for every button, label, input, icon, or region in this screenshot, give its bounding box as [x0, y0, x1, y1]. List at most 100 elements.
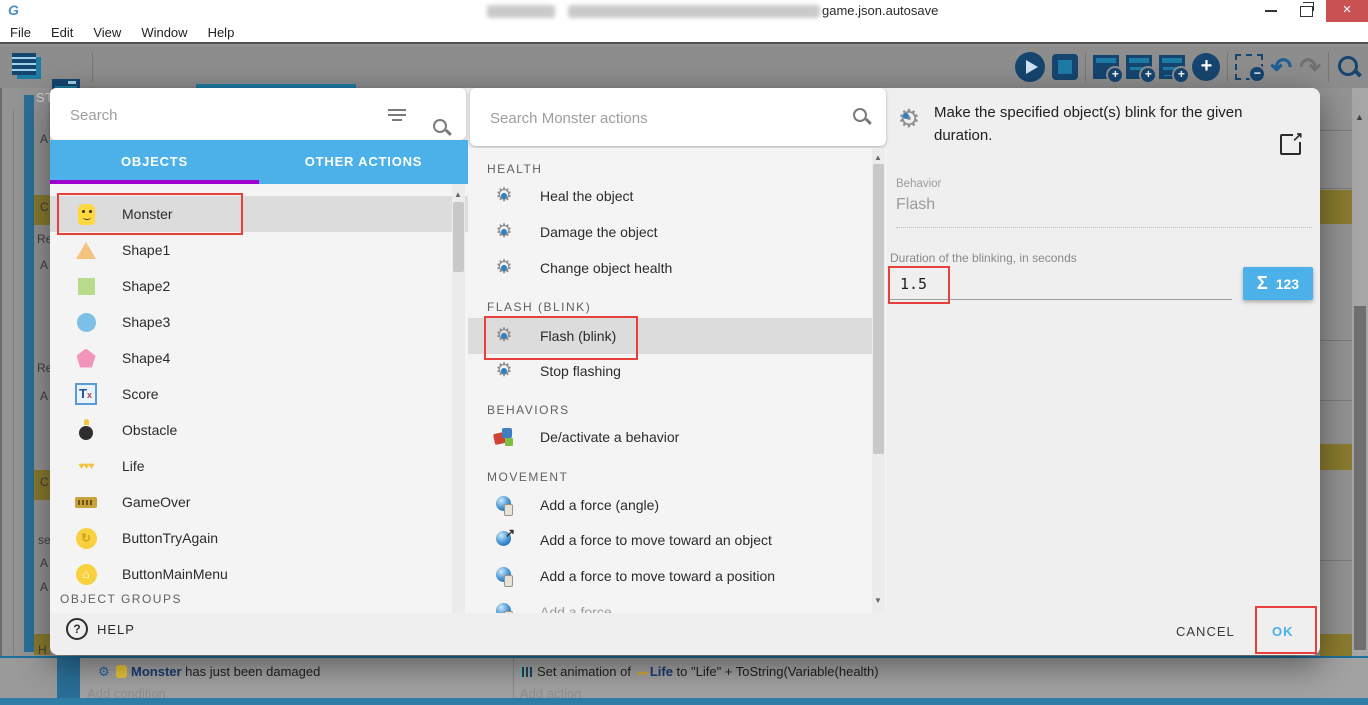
- action-item-damage[interactable]: Damage the object: [468, 215, 884, 249]
- object-search-card: [50, 88, 466, 142]
- help-button[interactable]: HELP: [66, 618, 135, 640]
- minimize-icon: [1265, 10, 1277, 12]
- action-search-card: [470, 88, 886, 148]
- redo-icon[interactable]: ↷: [1299, 54, 1321, 80]
- menu-file[interactable]: File: [10, 25, 31, 40]
- object-item-buttontryagain[interactable]: ButtonTryAgain: [50, 520, 468, 556]
- event-indent-bar: [57, 658, 80, 698]
- action-item-add-force-object[interactable]: Add a force to move toward an object: [468, 523, 884, 557]
- event-action[interactable]: Set animation of ♥♥♥ Life to "Life" + ToS…: [520, 664, 879, 679]
- monster-icon: [116, 665, 127, 678]
- menu-help[interactable]: Help: [208, 25, 235, 40]
- debug-icon[interactable]: [1052, 54, 1079, 80]
- action-list: HEALTH Heal the object Damage the object…: [468, 148, 886, 613]
- action-item-add-force-angle[interactable]: Add a force (angle): [468, 488, 884, 522]
- action-chooser-dialog: OBJECTS OTHER ACTIONS Monster Shape1 Sha…: [50, 88, 1320, 655]
- event-condition[interactable]: ⚙ Monster has just been damaged: [98, 664, 320, 679]
- object-item-shape1[interactable]: Shape1: [50, 232, 468, 268]
- object-item-shape4[interactable]: Shape4: [50, 340, 468, 376]
- section-behaviors: BEHAVIORS: [487, 403, 570, 417]
- duration-label: Duration of the blinking, in seconds: [890, 251, 1077, 265]
- object-search-input[interactable]: [68, 88, 364, 142]
- gdevelop-window: G game.json.autosave × File Edit View Wi…: [0, 0, 1368, 705]
- expression-editor-button[interactable]: Σ 123: [1243, 267, 1313, 300]
- minimize-button[interactable]: [1255, 0, 1287, 22]
- help-icon: [66, 618, 88, 640]
- action-list-scrollbar-thumb[interactable]: [873, 164, 884, 454]
- object-item-shape2[interactable]: Shape2: [50, 268, 468, 304]
- scroll-up-icon[interactable]: ▲: [874, 153, 882, 162]
- behavior-icon: [494, 427, 516, 447]
- action-item-add-force-partial[interactable]: Add a force: [468, 595, 884, 613]
- menu-window[interactable]: Window: [141, 25, 187, 40]
- action-description: Make the specified object(s) blink for t…: [934, 104, 1243, 144]
- filter-icon[interactable]: [388, 107, 406, 121]
- behavior-label: Behavior: [896, 178, 942, 190]
- events-sheet-icon[interactable]: [12, 53, 42, 79]
- object-item-obstacle[interactable]: Obstacle: [50, 412, 468, 448]
- event-indent-bar: [24, 95, 34, 652]
- scroll-down-icon[interactable]: ▼: [874, 596, 882, 605]
- hearts-icon: ♥♥♥: [636, 669, 649, 678]
- menu-view[interactable]: View: [93, 25, 121, 40]
- action-item-heal[interactable]: Heal the object: [468, 179, 884, 213]
- object-item-buttonmainmenu[interactable]: ButtonMainMenu: [50, 556, 468, 592]
- hearts-icon: ♥♥♥: [78, 460, 95, 472]
- remove-event-icon[interactable]: −: [1235, 54, 1267, 83]
- redacted-title-segment: [487, 5, 555, 18]
- gear-icon: [494, 326, 514, 346]
- action-item-add-force-position[interactable]: Add a force to move toward a position: [468, 559, 884, 593]
- toolbar: + + + + − ↶ ↷: [0, 46, 1368, 105]
- object-groups-header: OBJECT GROUPS: [60, 592, 182, 606]
- action-search-input[interactable]: [488, 88, 784, 148]
- scroll-up-icon[interactable]: ▲: [454, 190, 462, 199]
- object-item-gameover[interactable]: GameOver: [50, 484, 468, 520]
- cancel-button[interactable]: CANCEL: [1176, 624, 1235, 639]
- action-item-change-health[interactable]: Change object health: [468, 251, 884, 285]
- menu-edit[interactable]: Edit: [51, 25, 73, 40]
- play-icon[interactable]: [1015, 52, 1046, 82]
- close-button[interactable]: ×: [1326, 0, 1368, 22]
- force-icon: [494, 494, 516, 516]
- search-icon[interactable]: [1336, 54, 1362, 80]
- scroll-up-icon[interactable]: ▲: [1355, 112, 1364, 122]
- monster-icon: [74, 202, 98, 226]
- undo-icon[interactable]: ↶: [1270, 54, 1292, 80]
- force-toward-object-icon: [494, 526, 516, 551]
- bomb-icon: [74, 418, 98, 442]
- add-subevent-icon[interactable]: +: [1159, 55, 1191, 84]
- gear-icon: [494, 222, 514, 242]
- circle-icon: [74, 310, 98, 334]
- add-event-icon[interactable]: +: [1093, 55, 1125, 84]
- flash-behavior-icon: ⚙: [98, 664, 110, 679]
- search-icon[interactable]: [853, 108, 871, 126]
- section-flash: FLASH (BLINK): [487, 300, 592, 314]
- window-scrollbar-thumb[interactable]: [1354, 306, 1366, 650]
- app-logo-icon: G: [8, 2, 19, 18]
- open-in-new-icon[interactable]: [1280, 129, 1303, 155]
- gear-icon: [896, 106, 922, 132]
- restore-button[interactable]: [1290, 0, 1322, 22]
- tab-objects[interactable]: OBJECTS: [50, 140, 259, 184]
- triangle-icon: [74, 238, 98, 262]
- add-circle-icon[interactable]: +: [1192, 53, 1221, 81]
- tab-other-actions[interactable]: OTHER ACTIONS: [259, 140, 468, 184]
- action-item-flash-blink[interactable]: Flash (blink): [468, 318, 884, 354]
- section-health: HEALTH: [487, 162, 543, 176]
- duration-input[interactable]: 1.5: [900, 275, 927, 293]
- gear-icon: [494, 186, 514, 206]
- object-item-score[interactable]: Score: [50, 376, 468, 412]
- search-icon[interactable]: [433, 119, 451, 137]
- object-list-scrollbar-thumb[interactable]: [453, 202, 464, 272]
- gear-icon: [494, 361, 514, 381]
- object-item-monster[interactable]: Monster: [50, 196, 468, 232]
- action-item-stop-flashing[interactable]: Stop flashing: [468, 354, 884, 388]
- add-comment-event-icon[interactable]: +: [1126, 55, 1158, 84]
- object-item-life[interactable]: ♥♥♥ Life: [50, 448, 468, 484]
- object-item-shape3[interactable]: Shape3: [50, 304, 468, 340]
- action-item-deactivate-behavior[interactable]: De/activate a behavior: [468, 420, 884, 454]
- retry-button-icon: [74, 526, 98, 550]
- banner-icon: [74, 490, 98, 514]
- restore-icon: [1299, 2, 1314, 17]
- ok-button[interactable]: OK: [1272, 624, 1294, 639]
